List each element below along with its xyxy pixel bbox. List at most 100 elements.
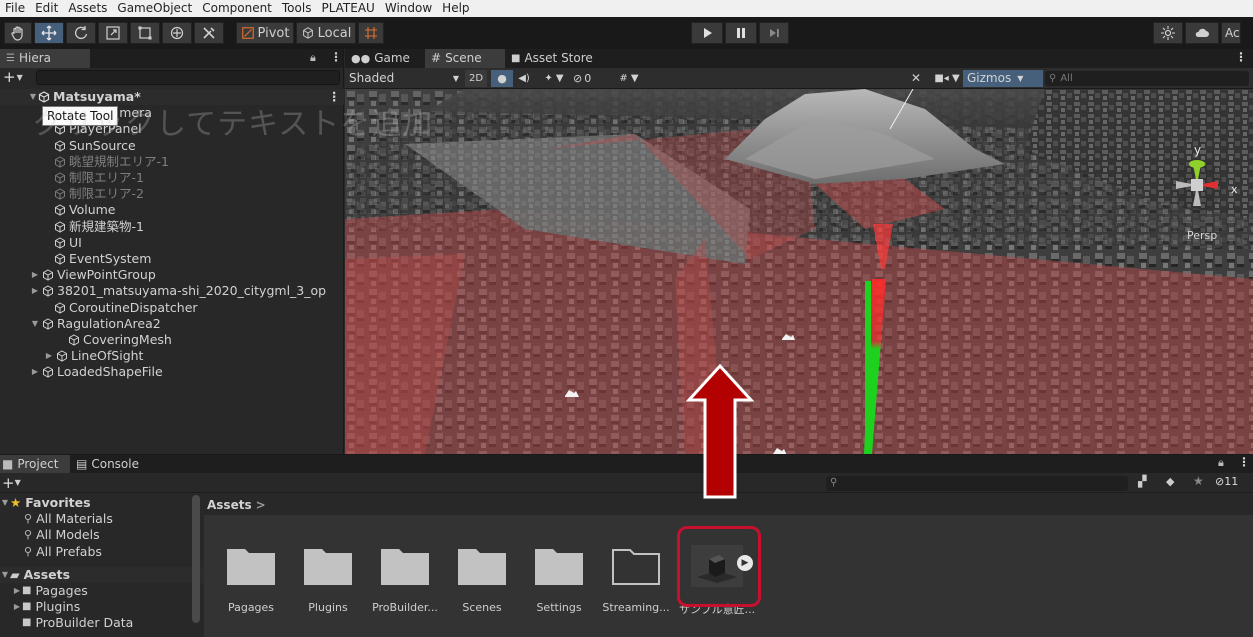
project-search-input[interactable]: ⚲ — [826, 476, 1128, 491]
favorite-star-icon[interactable]: ★ — [1193, 474, 1204, 488]
hierarchy-item[interactable]: ▼ RagulationArea2 — [0, 316, 344, 332]
grid-snap-button[interactable] — [358, 22, 384, 44]
step-button[interactable] — [759, 22, 789, 44]
camera-dropdown[interactable]: ■◂ ▼ — [931, 70, 963, 87]
services-button[interactable] — [1153, 22, 1183, 44]
assets-expand-icon[interactable]: ▼ — [0, 567, 10, 583]
menu-window[interactable]: Window — [380, 0, 437, 17]
asset-folder-item[interactable]: ▶ ■ Plugins — [0, 599, 204, 615]
expand-arrow-icon[interactable]: ▼ — [28, 89, 38, 105]
hierarchy-search-input[interactable] — [36, 70, 340, 85]
local-toggle[interactable]: Local — [296, 22, 356, 44]
cloud-button[interactable] — [1185, 22, 1219, 44]
pivot-toggle[interactable]: Pivot — [236, 22, 294, 44]
hierarchy-item[interactable]: 制限エリア-2 — [0, 186, 344, 202]
hidden-packages-toggle[interactable]: ⊘11 — [1215, 475, 1238, 488]
move-tool-button[interactable] — [34, 22, 64, 44]
hierarchy-item[interactable]: EventSystem — [0, 251, 344, 267]
menu-file[interactable]: File — [0, 0, 30, 17]
scene-menu-icon[interactable]: ⋮ — [328, 89, 341, 105]
toggle-2d-button[interactable]: 2D — [465, 69, 487, 87]
tools-toggle[interactable]: ✕ — [905, 70, 927, 87]
tab-asset-store[interactable]: ■ Asset Store — [505, 49, 615, 68]
account-button[interactable]: Ac — [1221, 22, 1241, 44]
collapse-arrow-icon[interactable]: ▶ — [30, 364, 40, 380]
expand-arrow-icon[interactable]: ▼ — [30, 316, 40, 332]
tab-project[interactable]: ■ Project — [0, 454, 70, 474]
transform-tool-button[interactable] — [162, 22, 192, 44]
scene-root-row[interactable]: ▼ Matsuyama* ⋮ — [0, 89, 344, 106]
tab-scene[interactable]: # Scene — [425, 49, 505, 68]
orientation-gizmo[interactable] — [1171, 159, 1223, 211]
favorites-row[interactable]: ▼ ★ Favorites — [0, 495, 204, 511]
hierarchy-item[interactable]: Volume — [0, 202, 344, 218]
lock-icon[interactable]: 🔒︎ — [310, 51, 316, 65]
rect-tool-button[interactable] — [130, 22, 160, 44]
project-add-icon[interactable]: + — [2, 474, 15, 492]
add-icon[interactable]: + — [3, 68, 16, 86]
folder-expand-icon[interactable]: ▶ — [12, 599, 22, 615]
tab-hierarchy[interactable]: ☰ Hiera — [0, 49, 90, 68]
effects-dropdown[interactable]: ✦ ▼ — [535, 70, 573, 87]
menu-plateau[interactable]: PLATEAU — [316, 0, 379, 17]
asset-item[interactable]: Settings — [521, 545, 597, 614]
pause-button[interactable] — [725, 22, 757, 44]
hierarchy-item[interactable]: ▶ LineOfSight — [0, 348, 344, 364]
menu-edit[interactable]: Edit — [30, 0, 63, 17]
asset-folder-item[interactable]: ■ ProBuilder Data — [0, 615, 204, 631]
folder-expand-icon[interactable]: ▶ — [12, 583, 22, 599]
project-dropdown-icon[interactable]: ▼ — [15, 478, 21, 487]
project-more-icon[interactable]: ⋮ — [1238, 455, 1250, 469]
grid-toggle[interactable]: # ▼ — [611, 70, 647, 87]
tab-game[interactable]: ●● Game — [345, 49, 425, 68]
hierarchy-item[interactable]: ▶ LoadedShapeFile — [0, 364, 344, 380]
hierarchy-item[interactable]: ▶ 38201_matsuyama-shi_2020_citygml_3_op — [0, 283, 344, 299]
shading-mode-dropdown[interactable]: Shaded ▼ — [345, 70, 465, 87]
hierarchy-item[interactable]: 眺望規制エリア-1 — [0, 154, 344, 170]
scene-search-input[interactable]: ⚲ All — [1045, 70, 1249, 86]
filter-type-icon[interactable]: ▞ — [1138, 475, 1146, 488]
play-button[interactable] — [691, 22, 723, 44]
asset-item[interactable]: Plugins — [290, 545, 366, 614]
hierarchy-item[interactable]: SunSource — [0, 138, 344, 154]
asset-folder-item[interactable]: ▶ ■ Pagages — [0, 583, 204, 599]
scene-viewport[interactable]: y x Persp — [345, 89, 1253, 454]
folder-tree-scrollbar[interactable] — [192, 495, 200, 623]
collapse-arrow-icon[interactable]: ▶ — [44, 348, 54, 364]
menu-help[interactable]: Help — [437, 0, 474, 17]
favorite-item[interactable]: ⚲ All Materials — [0, 511, 204, 527]
asset-item[interactable]: Streaming... — [598, 545, 674, 614]
hierarchy-item[interactable]: ▶ ViewPointGroup — [0, 267, 344, 283]
favorite-item[interactable]: ⚲ All Models — [0, 527, 204, 543]
hierarchy-item[interactable]: 制限エリア-1 — [0, 170, 344, 186]
dropdown-arrow-icon[interactable]: ▼ — [17, 73, 23, 82]
custom-tool-button[interactable] — [194, 22, 224, 44]
scale-tool-button[interactable] — [98, 22, 128, 44]
rotate-tool-button[interactable] — [66, 22, 96, 44]
collapse-arrow-icon[interactable]: ▶ — [30, 283, 40, 299]
menu-tools[interactable]: Tools — [277, 0, 317, 17]
assets-root-row[interactable]: ▼ ▰ Assets — [0, 566, 204, 583]
audio-toggle[interactable]: ◀) — [513, 70, 535, 87]
hierarchy-item[interactable]: CoroutineDispatcher — [0, 299, 344, 315]
collapse-arrow-icon[interactable]: ▶ — [30, 267, 40, 283]
favorite-item[interactable]: ⚲ All Prefabs — [0, 544, 204, 560]
favorites-expand-icon[interactable]: ▼ — [0, 495, 10, 511]
filter-label-icon[interactable]: ◆ — [1166, 475, 1174, 488]
more-menu-icon[interactable]: ⋮ — [330, 50, 342, 64]
menu-gameobject[interactable]: GameObject — [112, 0, 197, 17]
scene-more-icon[interactable]: ⋮ — [1235, 50, 1247, 64]
asset-item[interactable]: Scenes — [444, 545, 520, 614]
asset-item[interactable]: ProBuilder... — [367, 545, 443, 614]
gizmos-dropdown[interactable]: Gizmos ▼ — [963, 69, 1043, 87]
menu-component[interactable]: Component — [197, 0, 277, 17]
hidden-objects-toggle[interactable]: ⊘ 0 — [573, 70, 611, 87]
menu-assets[interactable]: Assets — [63, 0, 112, 17]
hierarchy-item[interactable]: 新規建築物-1 — [0, 219, 344, 235]
project-lock-icon[interactable]: 🔒︎ — [1218, 456, 1224, 470]
hierarchy-item[interactable]: UI — [0, 235, 344, 251]
hand-tool-button[interactable] — [4, 22, 32, 44]
lighting-toggle[interactable]: ● — [491, 69, 513, 87]
breadcrumb-assets[interactable]: Assets — [207, 498, 252, 512]
asset-item[interactable]: Pagages — [213, 545, 289, 614]
